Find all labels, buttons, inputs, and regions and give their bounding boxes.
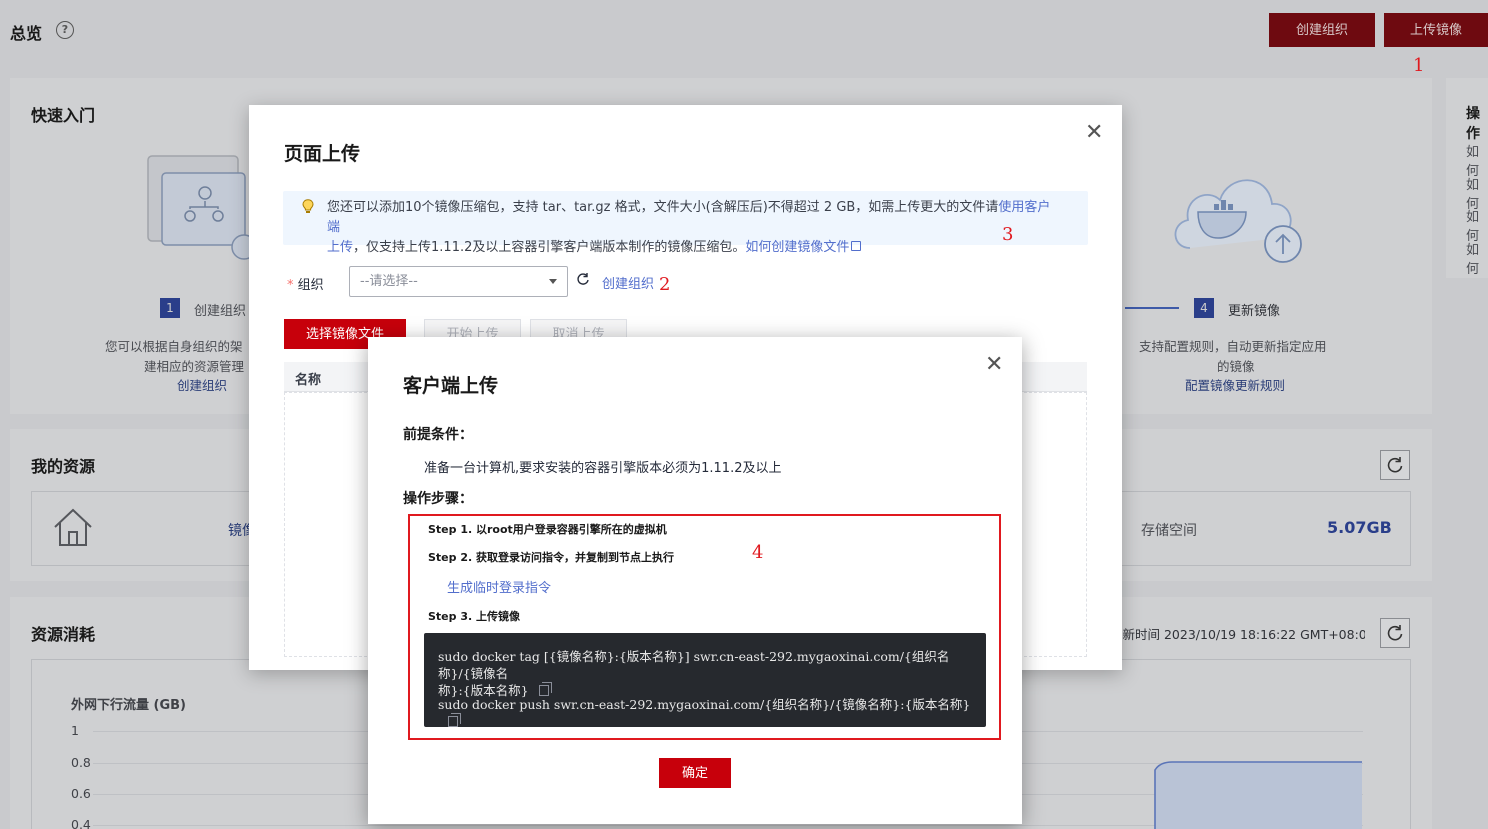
create-org-link[interactable]: 创建组织 [602, 273, 654, 292]
confirm-button[interactable]: 确定 [659, 758, 731, 788]
external-link-icon [851, 241, 862, 251]
step4-desc-line1: 支持配置规则，自动更新指定应用 [1139, 339, 1327, 354]
top-bar [0, 0, 1488, 78]
table-header-name: 名称 [295, 373, 322, 388]
y-tick-label: 0.6 [71, 786, 91, 801]
prereq-text: 准备一台计算机,要求安装的容器引擎版本必须为1.11.2及以上 [424, 461, 782, 476]
refresh-icon [1387, 457, 1403, 473]
annotation-1: 1 [1413, 55, 1425, 76]
step-connector [1125, 307, 1179, 309]
refresh-icon [1387, 625, 1403, 641]
step4-config-rule-link[interactable]: 配置镜像更新规则 [1185, 375, 1285, 394]
steps-title: 操作步骤： [403, 491, 473, 507]
annotation-2: 2 [659, 274, 671, 295]
copy-icon[interactable] [448, 713, 461, 727]
step2-text: Step 2. 获取登录访问指令，并复制到节点上执行 [428, 551, 675, 564]
refresh-icon[interactable] [576, 272, 590, 286]
create-org-button[interactable]: 创建组织 [1269, 13, 1375, 47]
storage-value: 5.07GB [1327, 518, 1392, 537]
upload-image-button[interactable]: 上传镜像 [1384, 13, 1488, 47]
upload-tip: 您还可以添加10个镜像压缩包，支持 tar、tar.gz 格式，文件大小(含解压… [283, 191, 1088, 255]
org-select[interactable]: --请选择-- [349, 266, 568, 297]
required-asterisk: * [287, 278, 294, 293]
prereq-title: 前提条件： [403, 427, 473, 443]
docker-tag-command: sudo docker tag [{镜像名称}:{版本名称}] swr.cn-e… [438, 649, 950, 698]
command-code-block: sudo docker tag [{镜像名称}:{版本名称}] swr.cn-e… [424, 633, 986, 727]
consumption-title: 资源消耗 [31, 625, 96, 644]
docker-push-command: sudo docker push swr.cn-east-292.mygaoxi… [438, 696, 978, 730]
step4-desc-line2: 的镜像 [1217, 359, 1255, 374]
annotation-4: 4 [752, 542, 764, 563]
step1-desc-line2: 建相应的资源管理 [144, 359, 245, 374]
help-icon[interactable]: ? [56, 21, 74, 39]
step1-create-org-link[interactable]: 创建组织 [177, 375, 227, 394]
consumption-refresh-button[interactable] [1380, 618, 1410, 648]
step1-desc-line1: 您可以根据自身组织的架 [105, 339, 243, 354]
close-icon[interactable]: ✕ [985, 354, 1003, 376]
quickstart-title: 快速入门 [31, 106, 96, 125]
ops-panel-title: 操作 [1466, 106, 1480, 142]
home-icon [53, 507, 93, 551]
how-create-image-link[interactable]: 如何创建镜像文件 [745, 240, 849, 255]
step4-number: 4 [1194, 298, 1214, 318]
page-upload-title: 页面上传 [284, 143, 361, 165]
y-tick-label: 0.8 [71, 755, 91, 770]
y-tick-label: 0.4 [71, 817, 91, 829]
page-title: 总览 [10, 24, 43, 43]
resources-refresh-button[interactable] [1380, 450, 1410, 480]
copy-icon[interactable] [538, 682, 552, 696]
tip-text: 您还可以添加10个镜像压缩包，支持 tar、tar.gz 格式，文件大小(含解压… [327, 200, 999, 215]
my-resources-title: 我的资源 [31, 457, 96, 476]
ops-panel-item[interactable]: 如何 [1466, 239, 1488, 277]
org-illustration-icon [147, 155, 257, 260]
step3-text: Step 3. 上传镜像 [428, 610, 521, 623]
close-icon[interactable]: ✕ [1085, 122, 1103, 144]
step4-label: 更新镜像 [1228, 304, 1281, 319]
step1-label: 创建组织 [194, 304, 247, 319]
generate-login-command-link[interactable]: 生成临时登录指令 [447, 577, 551, 596]
chevron-down-icon [549, 279, 557, 284]
storage-label: 存储空间 [1141, 523, 1197, 539]
refresh-time: 刷新时间 2023/10/19 18:16:22 GMT+08:00 [1110, 627, 1365, 642]
lightbulb-icon [302, 199, 314, 213]
step1-text: Step 1. 以root用户登录容器引擎所在的虚拟机 [428, 523, 667, 536]
client-upload-modal: 客户端上传 ✕ 前提条件： 准备一台计算机,要求安装的容器引擎版本必须为1.11… [368, 337, 1022, 824]
step1-number: 1 [160, 298, 180, 318]
client-upload-title: 客户端上传 [403, 375, 499, 397]
cloud-update-icon [1168, 168, 1308, 268]
org-field-label: * 组织 [287, 278, 324, 293]
chart-title: 外网下行流量 (GB) [71, 698, 186, 713]
tip-text-2: ，仅支持上传1.11.2及以上容器引擎客户端版本制作的镜像压缩包。 [353, 240, 746, 255]
org-select-placeholder: --请选择-- [360, 274, 418, 289]
y-tick-label: 1 [71, 723, 79, 738]
chart-line-area [1154, 761, 1362, 829]
use-client-link-cont[interactable]: 上传 [327, 240, 353, 255]
annotation-3: 3 [1002, 224, 1014, 245]
